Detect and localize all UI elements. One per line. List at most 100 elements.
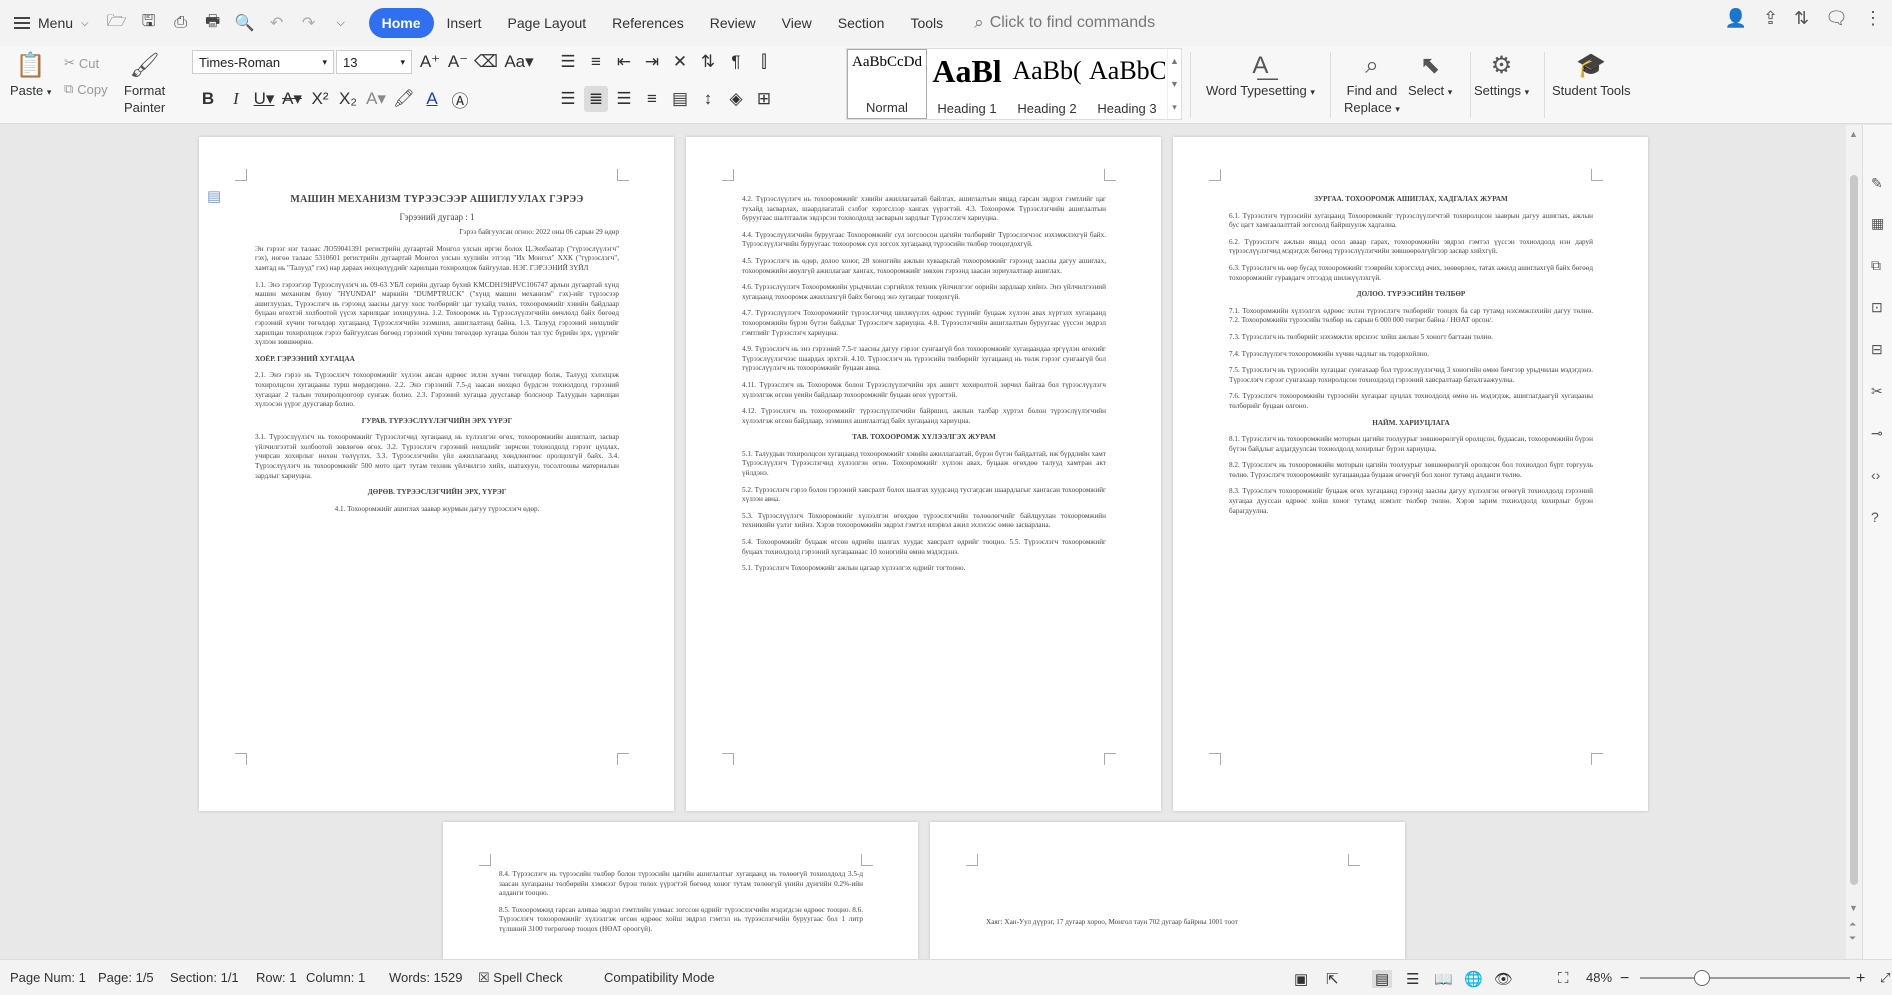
help-icon[interactable]: ? [1871, 509, 1879, 525]
sync-icon[interactable]: ⇅ [1794, 8, 1809, 29]
numbering-icon[interactable]: ≡ [584, 49, 608, 75]
scroll-thumb[interactable] [1850, 175, 1858, 885]
command-search[interactable]: ⌕ Click to find commands [974, 13, 1155, 33]
find-replace-button[interactable]: ⌕ Find and Replace ▾ [1344, 46, 1400, 118]
font-size-select[interactable]: 13 ▾ [336, 50, 412, 74]
tab-stops-icon[interactable]: ⫿ [752, 49, 776, 75]
underline-icon[interactable]: U▾ [252, 86, 276, 112]
comment-icon[interactable]: 🗨 [1825, 8, 1848, 29]
zoom-in-icon[interactable]: + [1856, 970, 1865, 988]
chevron-down-icon[interactable]: ▼ [1170, 79, 1179, 89]
word-typesetting-button[interactable]: A͟ Word Typesetting ▾ [1206, 46, 1315, 101]
status-words[interactable]: Words: 1529 [389, 970, 462, 985]
undo-icon[interactable]: ↶ [263, 9, 291, 37]
document-workspace[interactable]: ▤ МАШИН МЕХАНИЗМ ТҮРЭЭСЭЭР АШИГЛУУЛАХ ГЭ… [0, 125, 1846, 959]
add-user-icon[interactable]: 👤 [1725, 8, 1747, 29]
subscript-icon[interactable]: X₂ [336, 86, 360, 112]
change-case-icon[interactable]: Aa▾ [502, 49, 536, 75]
justify-icon[interactable]: ≡ [640, 86, 664, 112]
character-border-icon[interactable]: Ⓐ [448, 86, 472, 112]
document-page-2[interactable]: 4.2. Түрээслүүлэгч нь тохооромжийг хэвий… [686, 137, 1161, 811]
status-page[interactable]: Page: 1/5 [98, 970, 154, 985]
chevron-up-icon[interactable]: ▲ [1170, 56, 1179, 66]
status-page-num[interactable]: Page Num: 1 [10, 970, 86, 985]
print-icon[interactable]: 🖶 [199, 9, 227, 37]
align-center-icon[interactable]: ≣ [584, 86, 608, 112]
tag-icon[interactable]: ⊡ [1871, 299, 1883, 316]
document-page-1[interactable]: ▤ МАШИН МЕХАНИЗМ ТҮРЭЭСЭЭР АШИГЛУУЛАХ ГЭ… [199, 137, 674, 811]
tab-section[interactable]: Section [825, 8, 898, 38]
fullscreen-icon[interactable]: ⤢ [1880, 970, 1890, 986]
outline-view-icon[interactable]: ☰ [1406, 970, 1419, 988]
page-view-icon[interactable]: ▤ [1372, 970, 1393, 988]
clear-format-icon[interactable]: ⌫ [474, 49, 498, 75]
fit-page-icon[interactable]: ⛶ [1558, 970, 1569, 987]
status-column[interactable]: Column: 1 [306, 970, 365, 985]
select-button[interactable]: ⬉ Select ▾ [1408, 46, 1452, 101]
next-page-icon[interactable]: ⏷ [1849, 933, 1856, 944]
link-icon[interactable]: ⊸ [1871, 425, 1883, 442]
style-heading-3[interactable]: AaBbC Heading 3 [1087, 49, 1167, 119]
share-icon[interactable]: ⇪ [1763, 8, 1778, 29]
tab-page-layout[interactable]: Page Layout [495, 8, 600, 38]
print-preview-icon[interactable]: 🔍 [231, 9, 259, 37]
show-marks-icon[interactable]: ¶ [724, 49, 748, 75]
bold-icon[interactable]: B [196, 86, 220, 112]
sort-icon[interactable]: ⇅ [696, 49, 720, 75]
text-effect-icon[interactable]: A▾ [364, 86, 388, 112]
save-icon[interactable]: 🖫 [135, 9, 163, 37]
grow-font-icon[interactable]: A⁺ [418, 49, 442, 75]
highlight-icon[interactable]: 🖍 [392, 86, 416, 112]
align-right-icon[interactable]: ☰ [612, 86, 636, 112]
status-row[interactable]: Row: 1 [256, 970, 296, 985]
align-left-icon[interactable]: ☰ [556, 86, 580, 112]
sidebar-copy-icon[interactable]: ⧉ [1871, 257, 1881, 274]
spell-check-button[interactable]: ☒ Spell Check [478, 970, 563, 986]
student-tools-button[interactable]: 🎓 Student Tools [1552, 46, 1631, 99]
distributed-icon[interactable]: ▤ [668, 86, 692, 112]
zoom-slider-knob[interactable] [1694, 970, 1710, 986]
status-section[interactable]: Section: 1/1 [170, 970, 239, 985]
export-icon[interactable]: ⇱ [1326, 970, 1339, 988]
style-heading-2[interactable]: AaBb( Heading 2 [1007, 49, 1087, 119]
reading-view-icon[interactable]: 📖 [1434, 970, 1453, 988]
expand-styles-icon[interactable]: ▾ [1172, 102, 1177, 113]
customize-toolbar-icon[interactable]: ⌵ [327, 9, 355, 37]
vertical-scrollbar[interactable]: ▲ ▼ ⏶ ⏷ [1846, 125, 1862, 959]
styles-scroll[interactable]: ▲ ▼ ▾ [1167, 49, 1181, 119]
bookmark-icon[interactable]: ⊟ [1871, 341, 1883, 358]
italic-icon[interactable]: I [224, 86, 248, 112]
previous-page-icon[interactable]: ⏶ [1849, 919, 1856, 930]
line-spacing-icon[interactable]: ↕ [696, 86, 720, 112]
shading-icon[interactable]: ◈ [724, 86, 748, 112]
copy-button[interactable]: ⧉ Copy [64, 76, 108, 102]
superscript-icon[interactable]: X² [308, 86, 332, 112]
chinese-layout-icon[interactable]: ✕ [668, 49, 692, 75]
eye-protection-icon[interactable]: 👁 [1494, 970, 1513, 988]
scroll-down-icon[interactable]: ▼ [1849, 903, 1858, 913]
layout-icon[interactable]: ▦ [1871, 215, 1884, 232]
document-page-4[interactable]: 8.4. Түрээслэгч нь түрээсийн төлбөр боло… [443, 822, 918, 959]
scroll-up-icon[interactable]: ▲ [1849, 129, 1858, 139]
focus-mode-icon[interactable]: ▣ [1294, 970, 1308, 988]
settings-button[interactable]: ⚙ Settings ▾ [1474, 46, 1529, 101]
redo-icon[interactable]: ↷ [295, 9, 323, 37]
tab-tools[interactable]: Tools [897, 8, 956, 38]
document-page-5[interactable]: Хаяг: Хан-Уул дүүрэг, 17 дугаар хороо, М… [930, 822, 1405, 959]
tab-view[interactable]: View [769, 8, 825, 38]
tab-references[interactable]: References [599, 8, 697, 38]
document-page-3[interactable]: ЗУРГАА. ТОХООРОМЖ АШИГЛАХ, ХАДГАЛАХ ЖУРА… [1173, 137, 1648, 811]
borders-icon[interactable]: ⊞ [752, 86, 776, 112]
font-color-icon[interactable]: A [420, 86, 444, 112]
tab-review[interactable]: Review [697, 8, 769, 38]
tab-insert[interactable]: Insert [434, 8, 495, 38]
increase-indent-icon[interactable]: ⇥ [640, 49, 664, 75]
bullets-icon[interactable]: ☰ [556, 49, 580, 75]
strikethrough-icon[interactable]: A▾ [280, 86, 304, 112]
document-icon[interactable]: ▤ [207, 187, 221, 205]
cut-button[interactable]: ✂ Cut [64, 50, 108, 76]
zoom-out-icon[interactable]: − [1620, 970, 1629, 988]
web-view-icon[interactable]: 🌐 [1464, 970, 1483, 988]
pen-icon[interactable]: ✎ [1871, 175, 1883, 192]
code-icon[interactable]: ‹› [1871, 467, 1880, 483]
